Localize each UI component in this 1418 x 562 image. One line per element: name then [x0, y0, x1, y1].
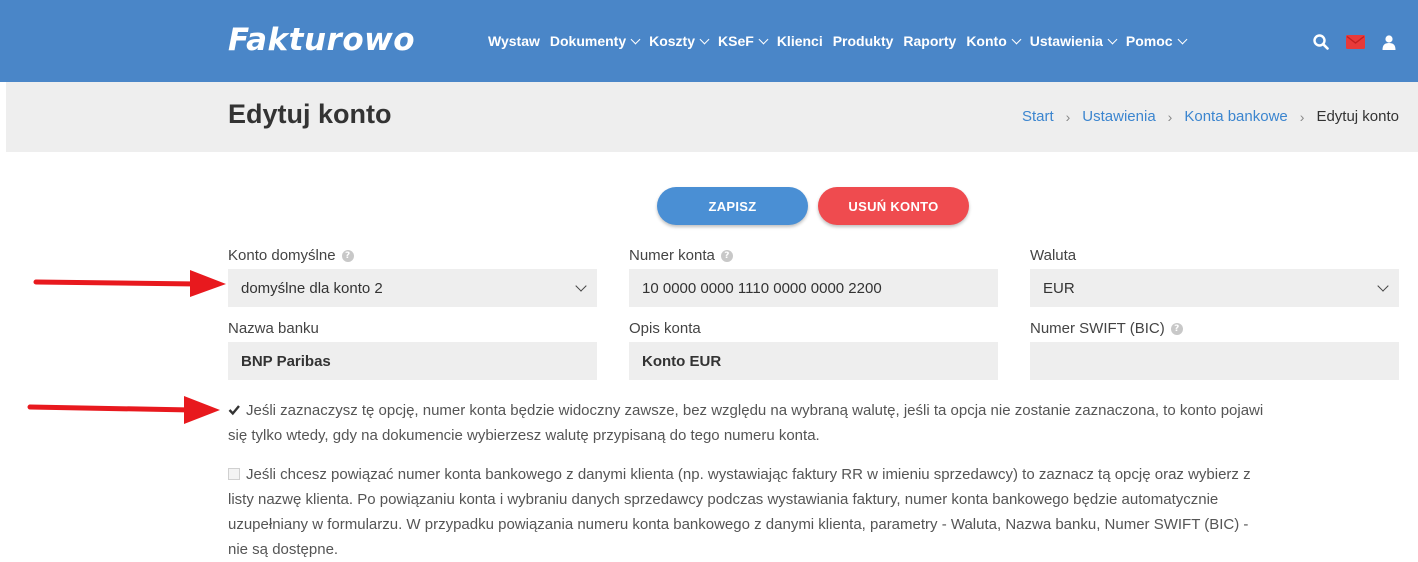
bank-name-value: BNP Paribas	[241, 352, 331, 370]
nav-item-konto[interactable]: Konto	[966, 33, 1022, 49]
nav-item-wystaw[interactable]: Wystaw	[488, 33, 540, 49]
link-client-checkbox[interactable]	[228, 468, 240, 480]
account-number-value: 10 0000 0000 1110 0000 0000 2200	[642, 279, 882, 297]
default-account-select[interactable]: domyślne dla konto 2	[228, 269, 597, 307]
annotation-arrow	[33, 270, 226, 297]
help-icon[interactable]: ?	[1170, 322, 1183, 335]
chevron-right-icon: ›	[1299, 108, 1305, 125]
nav-item-koszty[interactable]: Koszty	[649, 33, 710, 49]
nav-item-ksef[interactable]: KSeF	[718, 33, 769, 49]
breadcrumb-konta-bankowe[interactable]: Konta bankowe	[1184, 108, 1287, 125]
nav-item-produkty[interactable]: Produkty	[833, 33, 894, 49]
chevron-down-icon	[1011, 34, 1022, 44]
currency-select[interactable]: EUR	[1030, 269, 1399, 307]
link-client-text: nie są dostępne.	[228, 541, 339, 558]
annotation-arrow	[27, 396, 220, 424]
link-client-text: listy nazwę klienta. Po powiązaniu konta…	[228, 491, 1219, 508]
help-icon[interactable]: ?	[720, 249, 733, 262]
description-label: Opis konta	[629, 320, 701, 337]
chevron-down-icon	[630, 34, 641, 44]
save-button[interactable]: ZAPISZ	[657, 187, 808, 225]
page-title: Edytuj konto	[228, 99, 392, 129]
top-navbar: Fakturowo Wystaw Dokumenty Koszty KSeF K…	[0, 0, 1418, 82]
main-nav: Wystaw Dokumenty Koszty KSeF Klienci Pro…	[488, 33, 1196, 49]
app-logo[interactable]: Fakturowo	[228, 22, 415, 58]
always-visible-text: Jeśli zaznaczysz tę opcję, numer konta b…	[246, 402, 1264, 419]
breadcrumb-ustawienia[interactable]: Ustawienia	[1082, 108, 1155, 125]
chevron-right-icon: ›	[1065, 108, 1071, 125]
chevron-down-icon	[758, 34, 769, 44]
description-value: Konto EUR	[642, 352, 722, 370]
chevron-down-icon	[1377, 280, 1389, 292]
always-visible-checkbox[interactable]	[228, 404, 240, 416]
help-icon[interactable]: ?	[341, 249, 354, 262]
nav-item-ustawienia[interactable]: Ustawienia	[1030, 33, 1118, 49]
always-visible-option: Jeśli zaznaczysz tę opcję, numer konta b…	[228, 398, 1263, 448]
bank-name-label: Nazwa banku	[228, 320, 319, 337]
account-number-input[interactable]: 10 0000 0000 1110 0000 0000 2200	[629, 269, 998, 307]
default-account-value: domyślne dla konto 2	[241, 279, 383, 297]
chevron-down-icon	[1107, 34, 1118, 44]
nav-item-raporty[interactable]: Raporty	[903, 33, 956, 49]
checkmark-icon	[228, 405, 240, 416]
currency-value: EUR	[1043, 279, 1075, 297]
breadcrumb: Start › Ustawienia › Konta bankowe › Edy…	[1022, 108, 1399, 125]
breadcrumb-start[interactable]: Start	[1022, 108, 1054, 125]
chevron-down-icon	[1177, 34, 1188, 44]
link-client-option: Jeśli chcesz powiązać numer konta bankow…	[228, 462, 1251, 562]
swift-label: Numer SWIFT (BIC)?	[1030, 320, 1183, 337]
link-client-text: Jeśli chcesz powiązać numer konta bankow…	[246, 466, 1251, 483]
link-client-text: uzupełniany w formularzu. W przypadku po…	[228, 516, 1249, 533]
delete-account-button[interactable]: USUŃ KONTO	[818, 187, 969, 225]
user-icon[interactable]	[1379, 33, 1399, 51]
nav-item-dokumenty[interactable]: Dokumenty	[550, 33, 641, 49]
search-icon[interactable]	[1311, 33, 1331, 51]
top-icons	[1311, 33, 1399, 51]
description-input[interactable]: Konto EUR	[629, 342, 998, 380]
nav-item-pomoc[interactable]: Pomoc	[1126, 33, 1188, 49]
breadcrumb-current: Edytuj konto	[1316, 108, 1399, 125]
mail-icon[interactable]	[1345, 33, 1365, 51]
chevron-down-icon	[575, 280, 587, 292]
account-number-label: Numer konta?	[629, 247, 733, 264]
nav-item-klienci[interactable]: Klienci	[777, 33, 823, 49]
swift-input[interactable]	[1030, 342, 1399, 380]
currency-label: Waluta	[1030, 247, 1077, 264]
chevron-right-icon: ›	[1167, 108, 1173, 125]
chevron-down-icon	[699, 34, 710, 44]
default-account-label: Konto domyślne?	[228, 247, 354, 264]
bank-name-input[interactable]: BNP Paribas	[228, 342, 597, 380]
always-visible-text: się tylko wtedy, gdy na dokumencie wybie…	[228, 427, 820, 444]
